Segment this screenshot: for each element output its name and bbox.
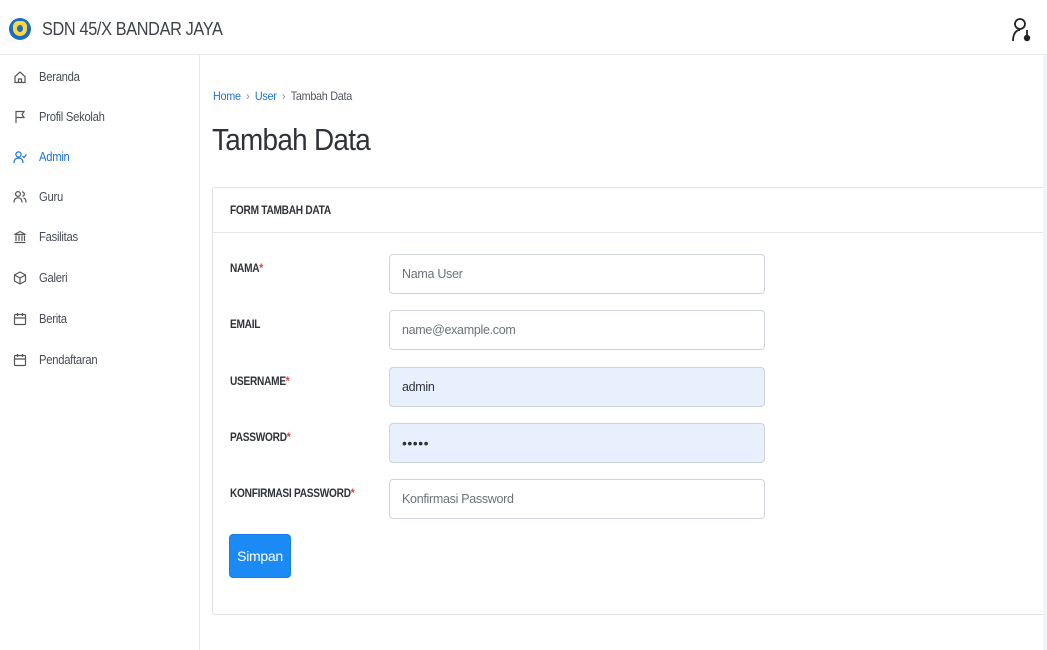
sidebar-item-berita[interactable]: Berita xyxy=(13,309,70,329)
sidebar-item-label: Pendaftaran xyxy=(39,353,98,367)
scrollbar[interactable] xyxy=(1043,55,1047,650)
email-input[interactable] xyxy=(389,310,765,350)
sidebar-item-label: Admin xyxy=(39,150,70,164)
sidebar-item-fasilitas[interactable]: Fasilitas xyxy=(13,227,82,247)
sidebar-item-profil-sekolah[interactable]: Profil Sekolah xyxy=(13,107,112,127)
required-mark: * xyxy=(259,263,263,275)
sidebar-item-label: Guru xyxy=(39,190,63,204)
breadcrumb-current: Tambah Data xyxy=(290,89,353,103)
top-bar: SDN 45/X BANDAR JAYA xyxy=(0,0,1047,55)
required-mark: * xyxy=(286,432,291,444)
sidebar: Beranda Profil Sekolah Admin Guru Fasili… xyxy=(0,55,200,650)
columns-icon xyxy=(13,230,27,244)
sidebar-item-label: Beranda xyxy=(39,70,80,84)
breadcrumb-user-link[interactable]: User xyxy=(255,89,277,103)
username-label: USERNAME* xyxy=(230,376,290,388)
breadcrumb-home-link[interactable]: Home xyxy=(213,89,241,103)
sidebar-item-label: Galeri xyxy=(39,271,68,285)
konfirmasi-password-input[interactable] xyxy=(389,479,765,519)
sidebar-item-label: Fasilitas xyxy=(39,230,78,244)
breadcrumb: Home › User › Tambah Data xyxy=(213,89,352,103)
users-icon xyxy=(13,190,27,204)
sidebar-item-label: Berita xyxy=(39,312,67,326)
username-input[interactable] xyxy=(389,367,765,407)
konfirmasi-password-label: KONFIRMASI PASSWORD* xyxy=(230,488,355,500)
calendar-icon xyxy=(13,312,27,326)
calendar-icon xyxy=(13,353,27,367)
nama-label: NAMA* xyxy=(230,263,263,275)
email-label: EMAIL xyxy=(230,319,261,331)
user-check-icon xyxy=(13,150,27,164)
app-title: SDN 45/X BANDAR JAYA xyxy=(42,18,223,39)
save-button[interactable]: Simpan xyxy=(229,534,291,578)
brand[interactable]: SDN 45/X BANDAR JAYA xyxy=(9,18,247,40)
form-title: FORM TAMBAH DATA xyxy=(230,205,331,217)
breadcrumb-separator: › xyxy=(281,89,286,103)
password-input[interactable] xyxy=(389,423,765,463)
sidebar-item-beranda[interactable]: Beranda xyxy=(13,67,84,87)
form-card: FORM TAMBAH DATA NAMA* EMAIL USERNAME* P… xyxy=(212,187,1047,615)
flag-icon xyxy=(13,110,27,124)
sidebar-item-pendaftaran[interactable]: Pendaftaran xyxy=(13,350,104,370)
password-label: PASSWORD* xyxy=(230,432,291,444)
sidebar-item-label: Profil Sekolah xyxy=(39,110,105,124)
user-icon[interactable] xyxy=(1011,17,1033,43)
required-mark: * xyxy=(285,376,290,388)
page-title: Tambah Data xyxy=(212,122,371,157)
breadcrumb-separator: › xyxy=(246,89,250,103)
box-icon xyxy=(13,271,27,285)
nama-input[interactable] xyxy=(389,254,765,294)
card-header: FORM TAMBAH DATA xyxy=(213,188,1047,233)
home-icon xyxy=(13,70,27,84)
sidebar-item-galeri[interactable]: Galeri xyxy=(13,268,71,288)
school-emblem-icon xyxy=(9,18,31,40)
sidebar-item-guru[interactable]: Guru xyxy=(13,187,66,207)
sidebar-item-admin[interactable]: Admin xyxy=(13,147,73,167)
required-mark: * xyxy=(350,488,355,500)
